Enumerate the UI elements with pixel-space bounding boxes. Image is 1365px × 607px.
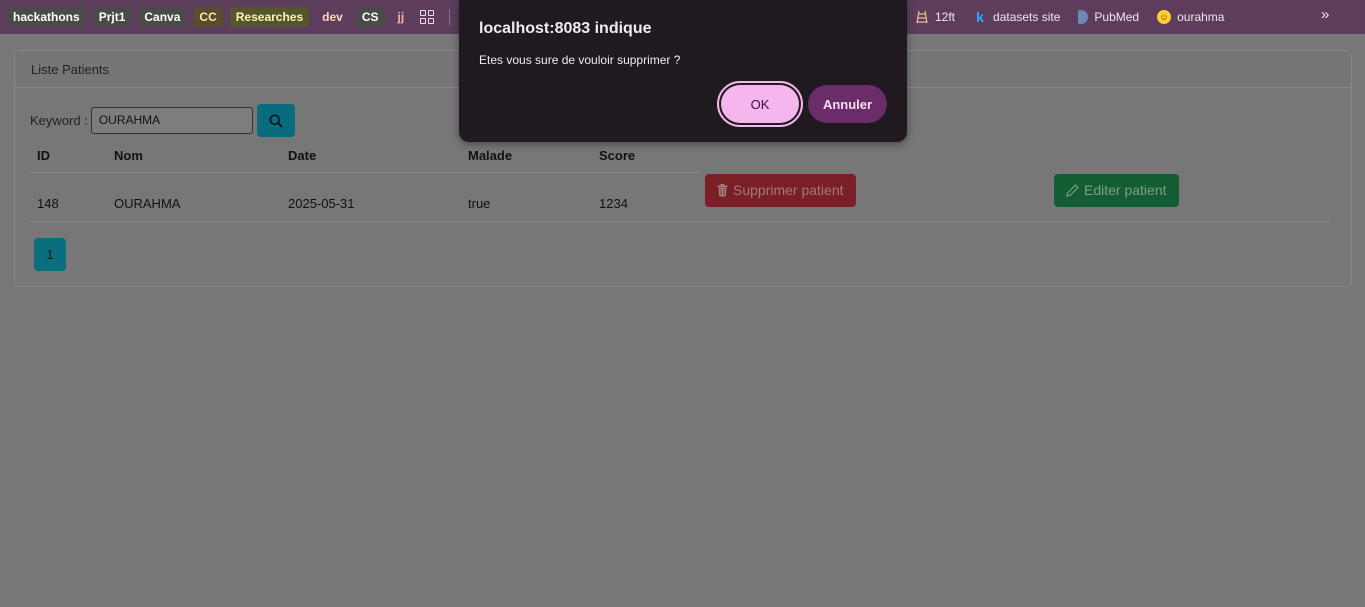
- column-header-malade: Malade: [461, 139, 592, 173]
- bookmark-label: ourahma: [1177, 10, 1225, 24]
- pubmed-icon: [1078, 10, 1089, 24]
- ladder-icon: [915, 10, 929, 24]
- delete-patient-label: Supprimer patient: [733, 182, 844, 199]
- keyword-input[interactable]: OURAHMA: [90, 107, 253, 134]
- edit-patient-label: Editer patient: [1084, 182, 1167, 199]
- dialog-message: Etes vous sure de vouloir supprimer ?: [479, 53, 681, 67]
- column-header-date: Date: [281, 139, 461, 173]
- bookmark-ourahma[interactable]: ☺ ourahma: [1157, 10, 1224, 24]
- bookmark-label: PubMed: [1094, 10, 1140, 24]
- table-row: 148 OURAHMA 2025-05-31 true 1234 Supprim…: [30, 172, 1329, 222]
- more-bookmarks-icon[interactable]: »: [1321, 6, 1329, 23]
- ok-button-label: OK: [721, 85, 799, 123]
- delete-patient-button[interactable]: Supprimer patient: [705, 173, 856, 207]
- dialog-title: localhost:8083 indique: [479, 20, 652, 37]
- bookmark-folder-cc[interactable]: CC: [193, 7, 223, 27]
- bookmark-folder-prjt1[interactable]: Prjt1: [92, 7, 132, 27]
- keyword-label: Keyword :: [30, 113, 88, 128]
- search-form: Keyword : OURAHMA: [30, 104, 295, 137]
- cell-malade: true: [461, 172, 592, 222]
- bookmark-folder-jj[interactable]: jj: [392, 7, 411, 27]
- bookmark-datasets-site[interactable]: k datasets site: [973, 9, 1061, 25]
- kaggle-icon: k: [976, 9, 984, 25]
- column-header-empty: [1047, 139, 1329, 172]
- cancel-button[interactable]: Annuler: [808, 85, 887, 123]
- hugging-face-icon: ☺: [1157, 10, 1172, 24]
- bookmark-12ft[interactable]: 12ft: [915, 10, 955, 24]
- bookmark-label: datasets site: [993, 10, 1061, 24]
- pencil-icon: [1066, 183, 1079, 197]
- apps-grid-icon[interactable]: [420, 10, 435, 24]
- cell-delete: Supprimer patient: [698, 172, 1047, 222]
- column-header-empty: [698, 139, 1047, 172]
- bookmark-folder-dev[interactable]: dev: [316, 7, 349, 27]
- cell-nom: OURAHMA: [107, 172, 281, 222]
- search-button[interactable]: [256, 104, 295, 137]
- bookmark-label: 12ft: [935, 10, 956, 24]
- cell-id: 148: [30, 172, 107, 222]
- column-header-score: Score: [592, 139, 698, 173]
- bookmark-folder-hackathons[interactable]: hackathons: [7, 7, 86, 27]
- patients-table: ID Nom Date Malade Score 148 OURAHMA 202…: [30, 139, 1329, 222]
- bookmark-folder-researches[interactable]: Researches: [229, 7, 310, 27]
- ok-button[interactable]: OK: [717, 81, 803, 127]
- confirm-dialog: localhost:8083 indique Etes vous sure de…: [459, 0, 907, 142]
- bookmark-folder-canva[interactable]: Canva: [138, 7, 187, 27]
- search-icon: [269, 114, 283, 128]
- cell-date: 2025-05-31: [281, 172, 461, 222]
- column-header-id: ID: [30, 139, 107, 173]
- cell-edit: Editer patient: [1047, 172, 1329, 222]
- column-header-nom: Nom: [107, 139, 281, 173]
- bookmark-folder-cs[interactable]: CS: [355, 7, 385, 27]
- pagination-page-1[interactable]: 1: [34, 238, 66, 271]
- bookmark-pubmed[interactable]: PubMed: [1078, 10, 1139, 24]
- cell-score: 1234: [592, 172, 698, 222]
- trash-icon: [717, 183, 728, 197]
- edit-patient-button[interactable]: Editer patient: [1054, 173, 1179, 207]
- bookmarks-separator: [449, 9, 451, 25]
- table-header-row: ID Nom Date Malade Score: [30, 139, 1329, 173]
